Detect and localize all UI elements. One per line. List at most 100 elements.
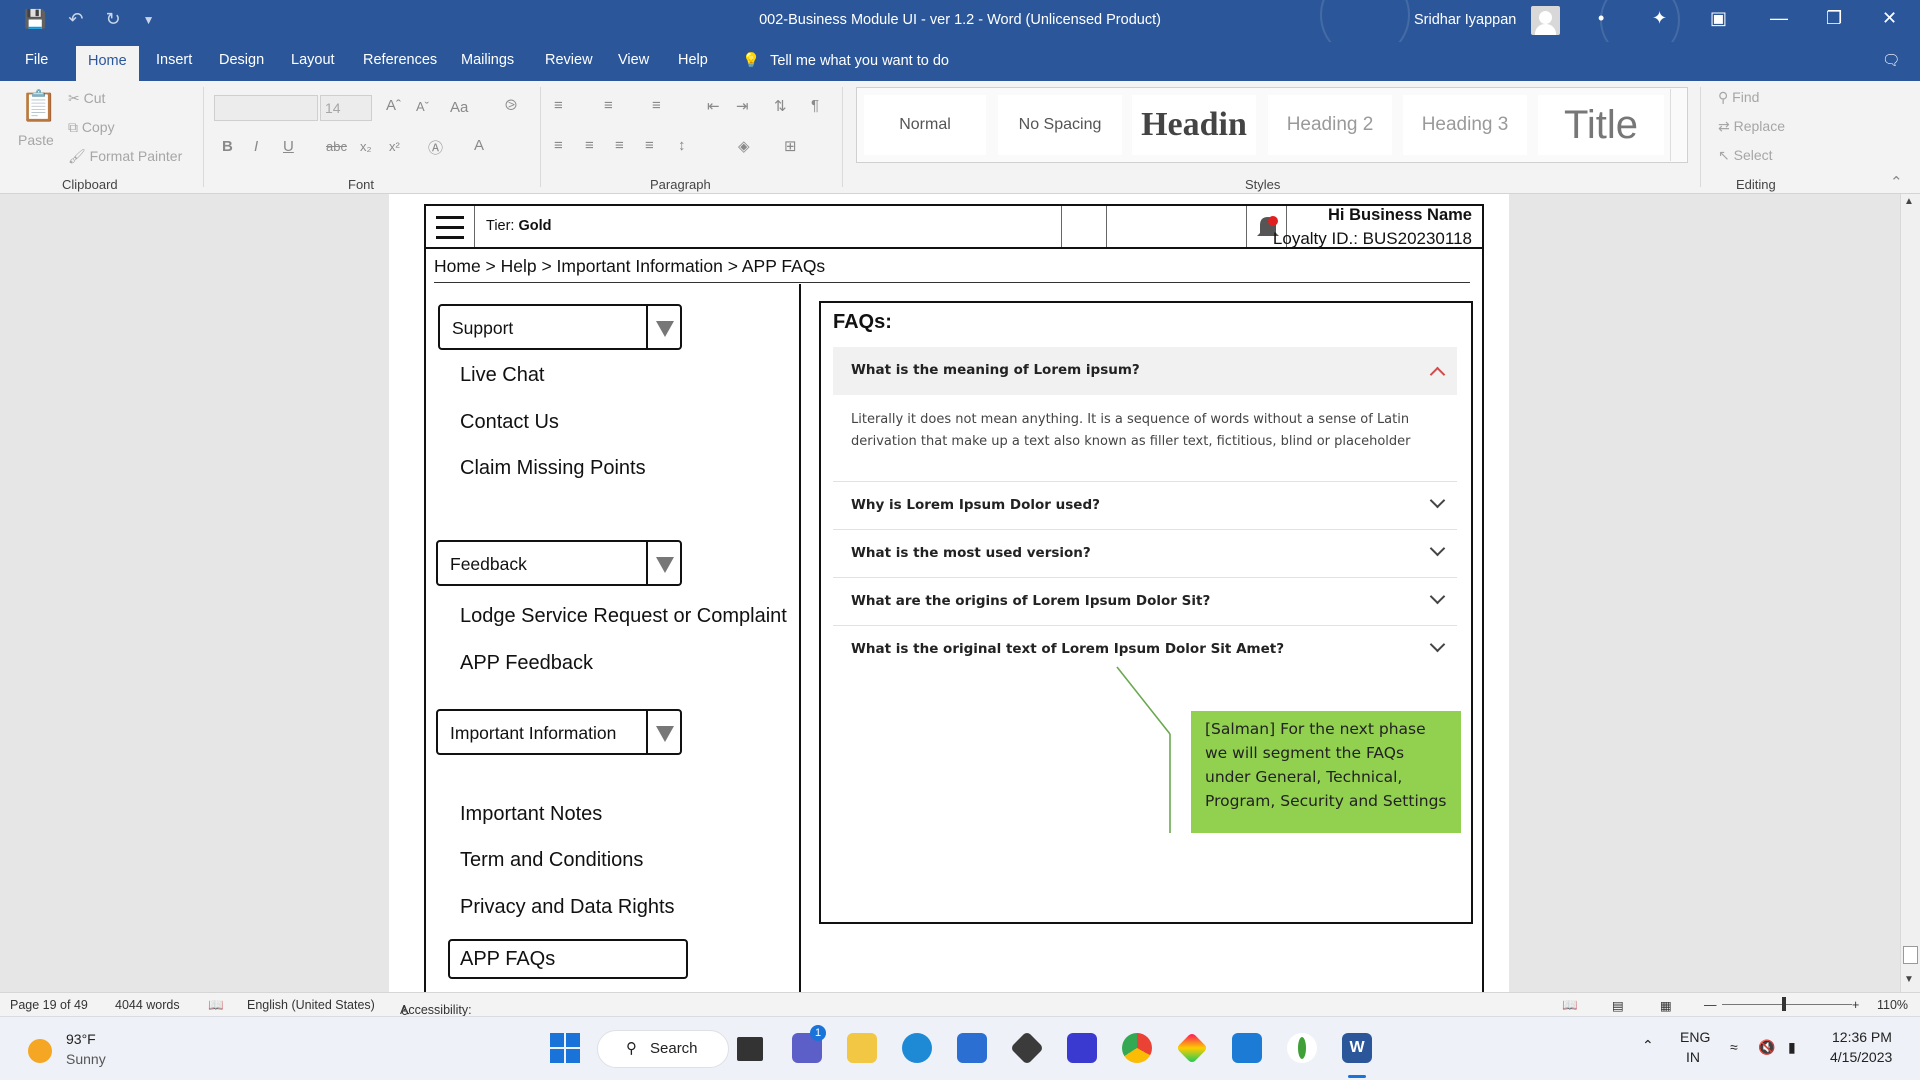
user-avatar[interactable] <box>1531 6 1560 35</box>
italic-icon[interactable]: I <box>254 138 258 155</box>
print-layout-icon[interactable]: ▤ <box>1612 998 1624 1013</box>
paste-button[interactable]: Paste <box>18 132 54 148</box>
menu-link-contact-us[interactable]: Contact Us <box>460 411 559 434</box>
font-color-icon[interactable]: A <box>474 137 484 154</box>
menu-link-terms[interactable]: Term and Conditions <box>460 849 643 872</box>
tab-design[interactable]: Design <box>219 52 264 68</box>
feedback-dropdown[interactable]: Feedback <box>436 540 682 586</box>
align-center-icon[interactable]: ≡ <box>585 137 594 154</box>
tab-file[interactable]: File <box>25 52 48 68</box>
clock-date[interactable]: 4/15/2023 <box>1830 1049 1892 1065</box>
review-comment[interactable]: [Salman] For the next phase we will segm… <box>1191 711 1461 833</box>
taskbar-search[interactable]: ⚲ Search <box>597 1030 729 1068</box>
clear-formatting-icon[interactable]: ⧁ <box>505 97 517 114</box>
show-formatting-icon[interactable]: ¶ <box>811 97 819 114</box>
align-left-icon[interactable]: ≡ <box>554 137 563 154</box>
chrome-icon[interactable] <box>1122 1033 1152 1063</box>
format-painter-button[interactable]: 🖌 Format Painter <box>68 148 182 165</box>
edge-icon[interactable] <box>902 1033 932 1063</box>
tab-references[interactable]: References <box>363 52 437 68</box>
superscript-icon[interactable]: x² <box>389 139 400 154</box>
minimize-icon[interactable]: — <box>1770 8 1788 29</box>
faq-question[interactable]: Why is Lorem Ipsum Dolor used? <box>851 497 1100 513</box>
menu-link-app-faqs-selected[interactable]: APP FAQs <box>448 939 688 979</box>
font-size-combo[interactable]: 14 <box>320 95 372 121</box>
justify-icon[interactable]: ≡ <box>645 137 654 154</box>
tell-me-search[interactable]: 💡 Tell me what you want to do <box>742 52 949 69</box>
copy-button[interactable]: ⧉ Copy <box>68 119 115 136</box>
zoom-in-icon[interactable]: + <box>1852 998 1859 1012</box>
vertical-scrollbar[interactable]: ▲ ▼ <box>1900 194 1920 992</box>
zoom-out-icon[interactable]: — <box>1704 998 1717 1012</box>
clock-time[interactable]: 12:36 PM <box>1832 1029 1892 1045</box>
cut-button[interactable]: ✂ Cut <box>68 90 105 107</box>
chevron-down-icon[interactable] <box>1429 492 1446 509</box>
styles-scroll[interactable] <box>1670 89 1686 161</box>
underline-icon[interactable]: U <box>283 138 294 155</box>
close-icon[interactable]: ✕ <box>1882 8 1897 29</box>
store-icon[interactable] <box>957 1033 987 1063</box>
paste-icon[interactable]: 📋 <box>20 89 57 124</box>
vscode-icon[interactable] <box>1232 1033 1262 1063</box>
faq-question[interactable]: What is the meaning of Lorem ipsum? <box>851 362 1140 378</box>
line-spacing-icon[interactable]: ↕ <box>678 137 686 154</box>
style-heading-3[interactable]: Heading 3 <box>1403 95 1527 155</box>
scroll-thumb[interactable] <box>1903 946 1918 964</box>
input-language[interactable]: ENG <box>1680 1029 1710 1045</box>
comments-icon[interactable]: 🗨 <box>1882 52 1900 69</box>
change-case-icon[interactable]: Aa <box>450 99 468 116</box>
scroll-down-icon[interactable]: ▼ <box>1904 974 1914 985</box>
chevron-down-icon[interactable] <box>1429 540 1446 557</box>
task-view-icon[interactable] <box>737 1037 763 1061</box>
hamburger-menu-icon[interactable] <box>436 216 464 246</box>
tab-mailings[interactable]: Mailings <box>461 52 514 68</box>
app-icon[interactable] <box>1067 1033 1097 1063</box>
faq-item-3[interactable]: What is the most used version? <box>833 530 1457 578</box>
sort-icon[interactable]: ⇅ <box>774 97 787 115</box>
decrease-indent-icon[interactable]: ⇤ <box>707 97 720 115</box>
strikethrough-icon[interactable]: abc <box>326 139 347 154</box>
chevron-up-icon[interactable]: ⌃ <box>1642 1037 1654 1054</box>
web-layout-icon[interactable]: ▦ <box>1660 998 1672 1013</box>
scroll-up-icon[interactable]: ▲ <box>1904 196 1914 207</box>
tab-insert[interactable]: Insert <box>156 52 192 68</box>
text-effects-icon[interactable]: Ⓐ <box>428 137 443 158</box>
windows-start-icon[interactable] <box>550 1033 580 1063</box>
tab-help[interactable]: Help <box>678 52 708 68</box>
bold-icon[interactable]: B <box>222 138 233 155</box>
support-dropdown[interactable]: Support <box>438 304 682 350</box>
find-button[interactable]: ⚲ Find <box>1718 89 1759 106</box>
dropdown-arrow-icon[interactable] <box>646 542 680 584</box>
grow-font-icon[interactable]: Aˆ <box>386 97 401 114</box>
style-heading-2[interactable]: Heading 2 <box>1268 95 1392 155</box>
tab-view[interactable]: View <box>618 52 649 68</box>
menu-link-app-faqs[interactable]: APP FAQs <box>460 948 555 971</box>
page-count[interactable]: Page 19 of 49 <box>10 998 88 1012</box>
read-mode-icon[interactable]: 📖 <box>1562 998 1578 1013</box>
unity-icon[interactable] <box>1010 1031 1044 1065</box>
faq-question[interactable]: What is the most used version? <box>851 545 1091 561</box>
dropdown-arrow-icon[interactable] <box>646 306 680 348</box>
subscript-icon[interactable]: x₂ <box>360 139 372 154</box>
menu-link-important-notes[interactable]: Important Notes <box>460 803 602 826</box>
weather-temp[interactable]: 93°F <box>66 1031 96 1047</box>
faq-question[interactable]: What is the original text of Lorem Ipsum… <box>851 641 1284 657</box>
align-right-icon[interactable]: ≡ <box>615 137 624 154</box>
menu-link-claim-missing-points[interactable]: Claim Missing Points <box>460 457 646 480</box>
language[interactable]: English (United States) <box>247 998 375 1012</box>
file-explorer-icon[interactable] <box>847 1033 877 1063</box>
multilevel-list-icon[interactable]: ≡ <box>652 97 661 114</box>
shrink-font-icon[interactable]: Aˇ <box>416 99 429 114</box>
mongodb-icon[interactable] <box>1287 1033 1317 1063</box>
style-title[interactable]: Title <box>1538 95 1664 155</box>
menu-link-live-chat[interactable]: Live Chat <box>460 364 545 387</box>
borders-icon[interactable]: ⊞ <box>784 137 797 155</box>
faq-question[interactable]: What are the origins of Lorem Ipsum Dolo… <box>851 593 1210 609</box>
bullets-icon[interactable]: ≡ <box>554 97 563 114</box>
restore-icon[interactable]: ❐ <box>1826 8 1842 29</box>
proofing-icon[interactable]: 📖 <box>208 998 224 1013</box>
select-button[interactable]: ↖ Select <box>1718 147 1773 164</box>
wifi-icon[interactable]: ≈ <box>1730 1039 1738 1055</box>
faq-item-1[interactable]: What is the meaning of Lorem ipsum? <box>833 347 1457 395</box>
word-count[interactable]: 4044 words <box>115 998 180 1012</box>
